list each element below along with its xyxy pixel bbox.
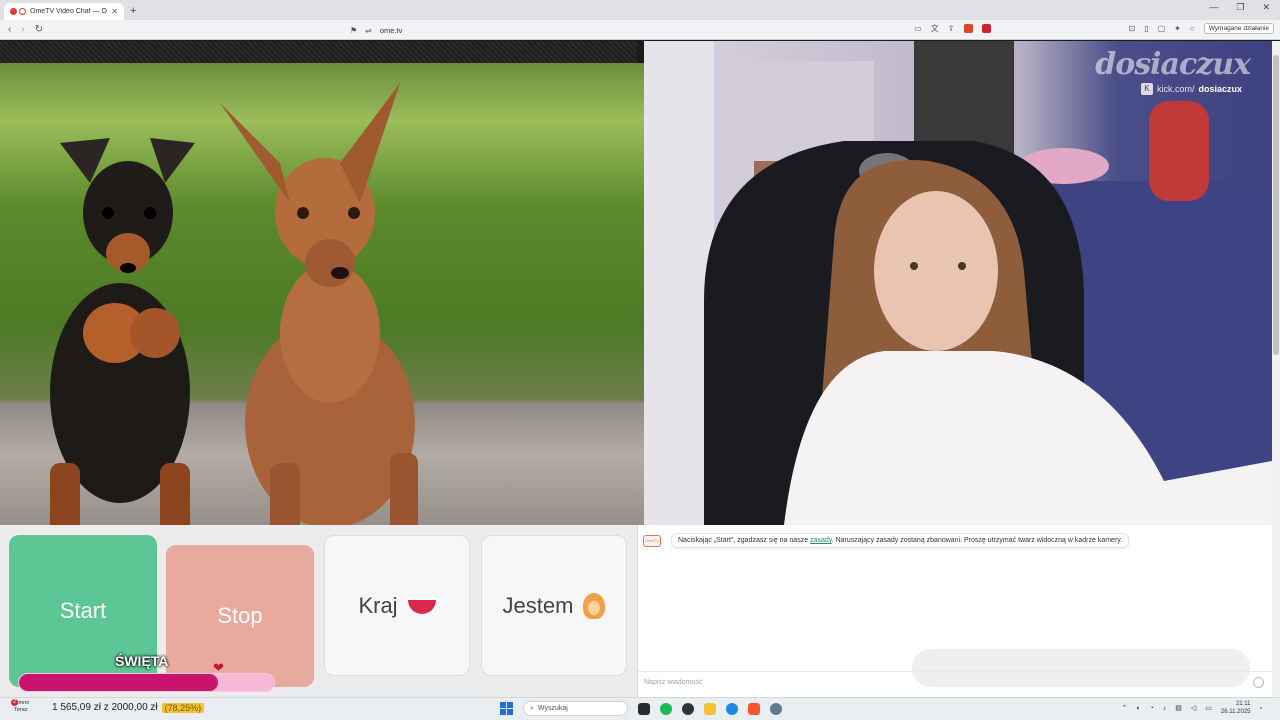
streamer-watermark: dosiaczux (1095, 47, 1251, 82)
goal-progress-fill (19, 674, 218, 691)
address-bar[interactable]: ⚑ ⇌ ome.tv (350, 23, 910, 37)
tray-app-icon[interactable]: ◐ (1136, 705, 1140, 712)
dogs-illustration (50, 83, 418, 543)
share-icon[interactable]: ⇪ (948, 24, 955, 33)
browser-toolbar: ‹ › ↻ ⚑ ⇌ ome.tv ▭ 文 ⇪ ⊡ ▯ ▢ ✦ ○ Wymagan… (0, 20, 1280, 40)
volume-icon[interactable]: ◁ (1191, 704, 1196, 712)
start-label: Start (59, 598, 107, 623)
screenshot-icon[interactable]: ⊡ (1129, 24, 1136, 33)
system-tray: ⌃ ◐ ◔ ♪ ▤ ◁ ▭ 21:11 26.11.2025 ▫ (1121, 700, 1262, 716)
partner-video-image (0, 63, 644, 543)
kick-channel-label: K kick.com/dosiaczux (1140, 83, 1242, 95)
site-info-icon[interactable]: ⇌ (365, 26, 372, 35)
ometv-logo-icon: OmeTV (643, 534, 661, 547)
maximize-button[interactable]: ❐ (1236, 2, 1244, 13)
edge-icon[interactable] (726, 702, 738, 715)
url-text[interactable]: ome.tv (380, 26, 403, 35)
stop-button[interactable]: Stop (166, 545, 314, 687)
message-input[interactable]: Napisz wiadomość (638, 671, 1273, 693)
screen: OmeTV Video Chat — Omegle ✕ + — ❐ ✕ ‹ › … (0, 0, 1280, 720)
emoji-icon[interactable] (1253, 677, 1264, 688)
kick-logo-icon: K (1140, 83, 1153, 95)
file-explorer-icon[interactable] (704, 702, 716, 715)
microphone-icon[interactable]: ♪ (1163, 705, 1167, 712)
webcam-scene (644, 41, 1272, 525)
money-amount: 1 565,09 zł z 2000,00 zł (52, 702, 158, 713)
browser-tab[interactable]: OmeTV Video Chat — Omegle ✕ (4, 3, 124, 20)
taskbar-search[interactable]: ⌕ Wyszukaj (523, 701, 628, 716)
page-scrollbar[interactable] (1272, 41, 1280, 697)
goal-money-label: 1 565,09 zł z 2000,00 zł (78,25%) (52, 702, 205, 713)
back-icon[interactable]: ‹ (8, 24, 11, 35)
goal-progress-bar (18, 673, 275, 692)
cast-icon[interactable]: ▭ (914, 24, 922, 33)
wallet-icon[interactable]: ▢ (1158, 24, 1166, 33)
brave-rewards-icon[interactable] (981, 24, 991, 33)
system-message-text-2: . Naruszający zasady zostaną zbanowani. … (831, 537, 1123, 544)
own-webcam-panel: dosiaczux K kick.com/dosiaczux (644, 41, 1272, 525)
minimize-button[interactable]: — (1209, 2, 1218, 13)
tab-close-icon[interactable]: ✕ (111, 7, 118, 16)
forward-icon[interactable]: › (21, 24, 24, 35)
tab-title: OmeTV Video Chat — Omegle (30, 8, 107, 15)
profile-icon[interactable]: ○ (1190, 24, 1195, 33)
toolbar-right: ▭ 文 ⇪ ⊡ ▯ ▢ ✦ ○ Wymagane działanie (914, 23, 1274, 34)
tray-expand-icon[interactable]: ⌃ (1121, 704, 1127, 712)
message-placeholder: Napisz wiadomość (644, 679, 703, 686)
windows-taskbar: 2 Zimno Teraz 1 565,09 zł z 2000,00 zł (… (0, 697, 1280, 720)
stop-label: Stop (217, 603, 263, 628)
clock-time: 21:11 (1235, 701, 1251, 707)
money-percent: (78,25%) (161, 702, 205, 713)
weather-badge: 2 (11, 699, 18, 706)
flag-poland-icon (407, 597, 436, 614)
bookmark-icon[interactable]: ⚑ (350, 26, 357, 35)
partner-video-panel (0, 41, 644, 543)
weather-line2: Teraz (14, 707, 28, 713)
ometv-favicon-icon (19, 8, 26, 15)
country-label: Kraj (358, 592, 398, 618)
goal-title: ŚWIĘTA (115, 653, 169, 669)
battery-icon[interactable]: ▭ (1205, 704, 1212, 712)
action-required-button[interactable]: Wymagane działanie (1203, 23, 1274, 34)
chat-controls: Start Stop Kraj Jestem (0, 525, 637, 697)
window-controls: — ❐ ✕ (1209, 2, 1280, 13)
settings-icon[interactable] (770, 702, 782, 715)
windows-logo-icon[interactable] (500, 702, 513, 715)
obs-icon[interactable] (682, 702, 694, 715)
brave-icon[interactable] (748, 702, 760, 715)
brave-shield-icon[interactable] (963, 24, 973, 33)
weather-widget[interactable]: 2 Zimno Teraz (11, 699, 29, 714)
system-message-bubble: Naciskając „Start", zgadzasz się na nasz… (671, 533, 1130, 548)
system-message-text-1: Naciskając „Start", zgadzasz się na nasz… (678, 537, 811, 544)
network-icon[interactable]: ▤ (1175, 704, 1182, 712)
sidebar-icon[interactable]: ▯ (1144, 24, 1148, 33)
close-window-button[interactable]: ✕ (1262, 2, 1270, 13)
gender-select-button[interactable]: Jestem (481, 535, 627, 676)
browser-tab-strip: OmeTV Video Chat — Omegle ✕ + — ❐ ✕ (0, 0, 1280, 20)
search-placeholder: Wyszukaj (537, 705, 568, 712)
search-icon: ⌕ (530, 704, 534, 712)
system-message: OmeTV Naciskając „Start", zgadzasz się n… (643, 533, 1130, 548)
clock[interactable]: 21:11 26.11.2025 (1221, 700, 1251, 716)
kick-prefix: kick.com/ (1156, 84, 1195, 94)
rules-link[interactable]: zasady (810, 537, 832, 544)
new-tab-button[interactable]: + (130, 5, 136, 17)
taskbar-apps: ⌕ Wyszukaj (500, 701, 782, 716)
country-filter-button[interactable]: Kraj (324, 535, 470, 676)
translate-icon[interactable]: 文 (931, 23, 939, 34)
task-view-icon[interactable] (638, 702, 650, 715)
clock-date: 26.11.2025 (1220, 709, 1251, 715)
text-chat-panel: OmeTV Naciskając „Start", zgadzasz się n… (637, 525, 1273, 697)
gender-label: Jestem (502, 592, 574, 618)
kick-channel: dosiaczux (1198, 84, 1242, 94)
scrollbar-thumb[interactable] (1273, 55, 1279, 355)
reload-icon[interactable]: ↻ (35, 24, 43, 35)
extensions-icon[interactable]: ✦ (1174, 24, 1181, 33)
spotify-icon[interactable] (660, 702, 672, 715)
person-emoji-icon (583, 592, 606, 619)
nav-buttons: ‹ › ↻ (0, 24, 43, 35)
notifications-icon[interactable]: ▫ (1260, 705, 1262, 712)
tray-app2-icon[interactable]: ◔ (1150, 705, 1154, 712)
record-icon (10, 8, 17, 15)
